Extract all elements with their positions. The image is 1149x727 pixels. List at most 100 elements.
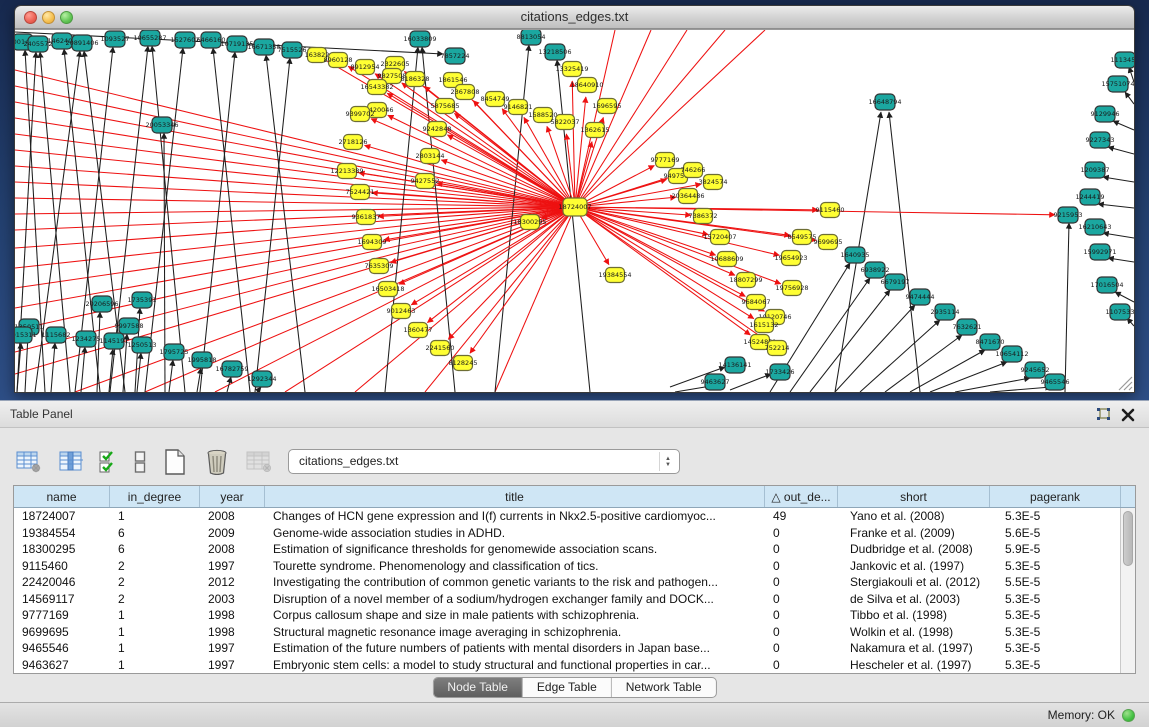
table-cell[interactable]: 0 (765, 541, 838, 558)
table-cell[interactable]: 0 (765, 574, 838, 591)
table-cell[interactable]: 1 (110, 657, 200, 674)
table-cell[interactable]: 5.3E-5 (990, 558, 1121, 575)
table-cell[interactable]: 1997 (200, 657, 265, 674)
table-cell[interactable]: 2012 (200, 574, 265, 591)
table-cell[interactable]: 5.3E-5 (990, 657, 1121, 674)
table-cell[interactable]: 2008 (200, 508, 265, 525)
column-header-pagerank[interactable]: pagerank (990, 486, 1121, 507)
table-cell[interactable]: 19384554 (14, 525, 110, 542)
table-cell[interactable]: 1 (110, 624, 200, 641)
table-cell[interactable]: 2 (110, 558, 200, 575)
table-cell[interactable]: 5.3E-5 (990, 640, 1121, 657)
column-header-indegree[interactable]: in_degree (110, 486, 200, 507)
clear-row-selection-icon[interactable] (132, 447, 148, 477)
table-cell[interactable]: 18724007 (14, 508, 110, 525)
table-cell[interactable]: 2 (110, 574, 200, 591)
table-cell[interactable]: 2003 (200, 591, 265, 608)
network-canvas[interactable]: 1872400716382289601288912954232260598275… (15, 29, 1134, 392)
table-row[interactable]: 2242004622012Investigating the contribut… (14, 574, 1135, 591)
table-cell[interactable]: 2 (110, 591, 200, 608)
table-cell[interactable]: 1997 (200, 558, 265, 575)
tab-edge-table[interactable]: Edge Table (523, 678, 612, 697)
table-cell[interactable]: 0 (765, 525, 838, 542)
table-cell[interactable]: 2008 (200, 541, 265, 558)
table-cell[interactable]: 9465546 (14, 640, 110, 657)
tab-node-table[interactable]: Node Table (433, 678, 523, 697)
table-row[interactable]: 1830029562008Estimation of significance … (14, 541, 1135, 558)
table-cell[interactable]: Hescheler et al. (1997) (838, 657, 990, 674)
citation-network-graph[interactable]: 1872400716382289601288912954232260598275… (15, 30, 1134, 392)
table-cell[interactable]: Jankovic et al. (1997) (838, 558, 990, 575)
column-header-short[interactable]: short (838, 486, 990, 507)
table-cell[interactable]: 5.3E-5 (990, 508, 1121, 525)
table-row[interactable]: 911546021997Tourette syndrome. Phenomeno… (14, 558, 1135, 575)
table-cell[interactable]: Stergiakouli et al. (2012) (838, 574, 990, 591)
table-cell[interactable]: 9115460 (14, 558, 110, 575)
table-cell[interactable]: Wolkin et al. (1998) (838, 624, 990, 641)
table-cell[interactable]: 5.3E-5 (990, 624, 1121, 641)
select-all-rows-icon[interactable] (98, 447, 120, 477)
scrollbar-thumb[interactable] (1123, 511, 1133, 566)
table-cell[interactable]: Franke et al. (2009) (838, 525, 990, 542)
table-cell[interactable]: 1 (110, 640, 200, 657)
table-cell[interactable]: 0 (765, 607, 838, 624)
table-cell[interactable]: Structural magnetic resonance image aver… (265, 624, 765, 641)
table-cell[interactable]: Genome-wide association studies in ADHD. (265, 525, 765, 542)
table-cell[interactable]: Dudbridge et al. (2008) (838, 541, 990, 558)
table-cell[interactable]: 1998 (200, 607, 265, 624)
table-cell[interactable]: 18300295 (14, 541, 110, 558)
table-cell[interactable]: Yano et al. (2008) (838, 508, 990, 525)
table-cell[interactable]: 9463627 (14, 657, 110, 674)
table-cell[interactable]: 0 (765, 640, 838, 657)
resize-grip-icon[interactable] (1119, 377, 1132, 390)
column-header-year[interactable]: year (200, 486, 265, 507)
table-cell[interactable]: Estimation of the future numbers of pati… (265, 640, 765, 657)
tab-network-table[interactable]: Network Table (612, 678, 716, 697)
table-row[interactable]: 969969511998Structural magnetic resonanc… (14, 624, 1135, 641)
table-cell[interactable]: de Silva et al. (2003) (838, 591, 990, 608)
vertical-scrollbar[interactable] (1120, 508, 1135, 673)
column-header-outde[interactable]: △ out_de... (765, 486, 838, 507)
table-cell[interactable]: 49 (765, 508, 838, 525)
table-cell[interactable]: 1997 (200, 640, 265, 657)
table-cell[interactable]: Corpus callosum shape and size in male p… (265, 607, 765, 624)
table-cell[interactable]: 2009 (200, 525, 265, 542)
table-cell[interactable]: 14569117 (14, 591, 110, 608)
table-row[interactable]: 1938455462009Genome-wide association stu… (14, 525, 1135, 542)
float-panel-icon[interactable] (1095, 406, 1113, 424)
table-cell[interactable]: 0 (765, 591, 838, 608)
table-cell[interactable]: Embryonic stem cells: a model to study s… (265, 657, 765, 674)
table-cell[interactable]: 5.3E-5 (990, 591, 1121, 608)
table-cell[interactable]: Estimation of significance thresholds fo… (265, 541, 765, 558)
table-cell[interactable]: 9699695 (14, 624, 110, 641)
table-cell[interactable]: 1 (110, 508, 200, 525)
table-cell[interactable]: Tibbo et al. (1998) (838, 607, 990, 624)
table-cell[interactable]: 9777169 (14, 607, 110, 624)
table-row[interactable]: 1456911722003Disruption of a novel membe… (14, 591, 1135, 608)
table-cell[interactable]: 6 (110, 541, 200, 558)
table-cell[interactable]: 1 (110, 607, 200, 624)
table-cell[interactable]: 5.3E-5 (990, 607, 1121, 624)
table-selector-dropdown[interactable]: citations_edges.txt ▲▼ (288, 449, 680, 474)
table-cell[interactable]: Changes of HCN gene expression and I(f) … (265, 508, 765, 525)
table-cell[interactable]: 22420046 (14, 574, 110, 591)
show-columns-icon[interactable] (56, 447, 86, 477)
table-cell[interactable]: 0 (765, 624, 838, 641)
table-cell[interactable]: 5.9E-5 (990, 541, 1121, 558)
table-cell[interactable]: 0 (765, 657, 838, 674)
table-row[interactable]: 946362711997Embryonic stem cells: a mode… (14, 657, 1135, 674)
close-icon[interactable] (1119, 406, 1137, 424)
table-cell[interactable]: Investigating the contribution of common… (265, 574, 765, 591)
table-cell[interactable]: Nakamura et al. (1997) (838, 640, 990, 657)
table-row[interactable]: 977716911998Corpus callosum shape and si… (14, 607, 1135, 624)
column-header-title[interactable]: title (265, 486, 765, 507)
table-cell[interactable]: 6 (110, 525, 200, 542)
table-cell[interactable]: 0 (765, 558, 838, 575)
table-cell[interactable]: 5.6E-5 (990, 525, 1121, 542)
table-row[interactable]: 946554611997Estimation of the future num… (14, 640, 1135, 657)
table-cell[interactable]: 5.5E-5 (990, 574, 1121, 591)
table-cell[interactable]: 1998 (200, 624, 265, 641)
delete-attribute-icon[interactable] (202, 447, 232, 477)
table-settings-icon[interactable] (14, 447, 44, 477)
create-new-attribute-icon[interactable] (160, 447, 190, 477)
